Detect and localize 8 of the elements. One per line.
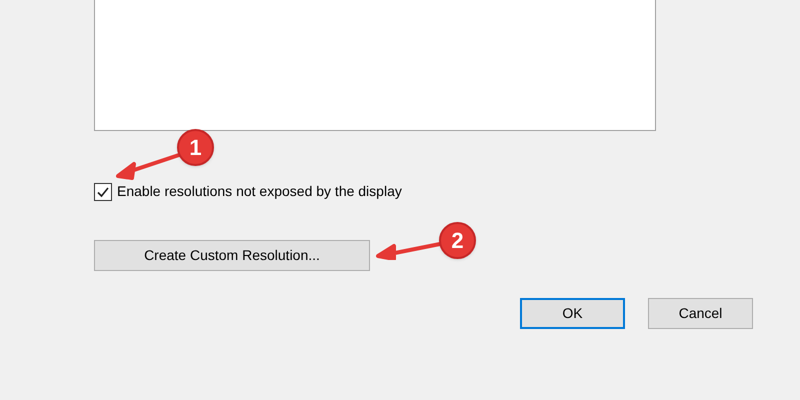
checkbox-label: Enable resolutions not exposed by the display	[117, 182, 402, 201]
dialog-button[interactable]: Cancel	[648, 298, 753, 329]
checkbox[interactable]	[94, 182, 112, 200]
create-custom-resolution-button[interactable]: Create Custom Resolution...	[94, 240, 370, 271]
annotation-number: 1	[177, 129, 214, 166]
annotation-arrow	[376, 240, 442, 260]
dialog-button[interactable]: OK	[520, 298, 625, 329]
annotation-number: 2	[439, 222, 476, 259]
